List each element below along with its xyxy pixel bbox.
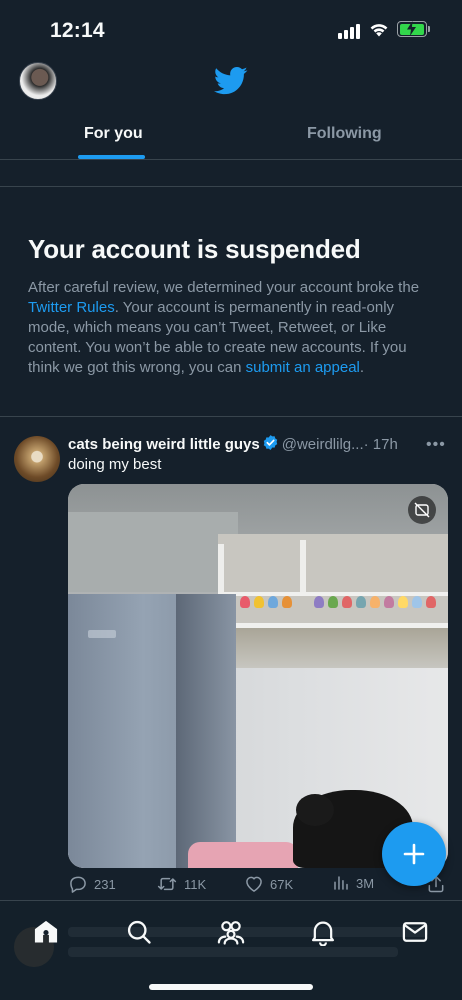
- reply-count: 231: [94, 876, 116, 892]
- divider: [0, 186, 462, 187]
- home-icon[interactable]: [31, 917, 61, 947]
- heart-icon: [246, 876, 262, 892]
- suspension-title: Your account is suspended: [28, 234, 361, 264]
- tab-following[interactable]: Following: [307, 125, 382, 143]
- more-options-icon[interactable]: •••: [426, 436, 446, 454]
- tweet-actions: 231 11K 67K 3M: [68, 874, 448, 898]
- tweet-author-handle[interactable]: @weirdlilg...: [282, 436, 364, 453]
- tweet-text: doing my best: [68, 456, 162, 473]
- tweet-video[interactable]: [68, 484, 448, 868]
- tab-for-you[interactable]: For you: [84, 125, 143, 143]
- communities-icon[interactable]: [216, 917, 246, 947]
- home-indicator: [149, 984, 313, 990]
- tweet-author-name[interactable]: cats being weird little guys: [68, 436, 260, 453]
- view-count: 3M: [356, 875, 375, 891]
- like-button[interactable]: 67K: [244, 874, 293, 894]
- twitter-rules-link[interactable]: Twitter Rules: [28, 299, 115, 316]
- retweet-count: 11K: [184, 876, 207, 892]
- divider: [0, 416, 462, 417]
- verified-badge-icon: [263, 435, 277, 450]
- tweet-header: cats being weird little guys @weirdlilg..…: [68, 434, 448, 456]
- retweet-icon: [157, 877, 177, 891]
- views-button[interactable]: 3M: [332, 874, 374, 892]
- like-count: 67K: [270, 876, 294, 892]
- twitter-bird-icon[interactable]: [214, 66, 248, 96]
- retweet-button[interactable]: 11K: [156, 874, 206, 894]
- plus-icon: [403, 843, 425, 865]
- wifi-icon: [370, 24, 388, 37]
- status-time: 12:14: [50, 19, 105, 42]
- tweet-author-avatar[interactable]: [14, 436, 60, 482]
- compose-tweet-button[interactable]: [382, 822, 446, 886]
- notifications-bell-icon[interactable]: [308, 917, 338, 947]
- cellular-signal-icon: [338, 24, 360, 39]
- captions-off-icon[interactable]: [408, 496, 436, 524]
- reply-icon: [70, 876, 86, 893]
- messages-envelope-icon[interactable]: [400, 917, 430, 947]
- status-bar: 12:14: [0, 0, 462, 58]
- views-chart-icon: [334, 876, 348, 890]
- submit-appeal-link[interactable]: submit an appeal: [246, 359, 360, 376]
- battery-charging-icon: [397, 21, 427, 37]
- timeline-tabs: For you Following: [0, 108, 462, 160]
- reply-button[interactable]: 231: [68, 874, 116, 894]
- active-tab-indicator: [78, 155, 145, 159]
- profile-avatar[interactable]: [19, 62, 57, 100]
- tweet-timestamp[interactable]: · 17h: [364, 436, 398, 453]
- suspension-message: After careful review, we determined your…: [28, 279, 420, 376]
- search-icon[interactable]: [124, 917, 154, 947]
